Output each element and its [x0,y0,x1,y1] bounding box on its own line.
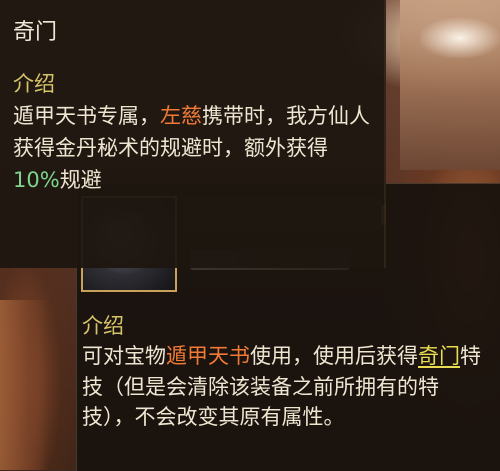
treasure-link[interactable]: 遁甲天书 [166,344,250,368]
item-desc-text: 可对宝物 [82,344,166,368]
skill-link[interactable]: 奇门 [418,344,460,368]
bonus-value: 10% [13,168,60,192]
item-desc-text: 使用，使用后获得 [250,344,418,368]
skill-desc-text: 遁甲天书专属， [13,104,160,128]
background-light [420,18,500,58]
skill-description: 遁甲天书专属，左慈携带时，我方仙人获得金丹秘术的规避时，额外获得10%规避 [13,100,373,196]
item-description: 可对宝物遁甲天书使用，使用后获得奇门特技（但是会清除该装备之前所拥有的特技），不… [82,341,482,433]
skill-tooltip-panel: 奇门 介绍 遁甲天书专属，左慈携带时，我方仙人获得金丹秘术的规避时，额外获得10… [0,0,386,268]
skill-desc-text: 规避 [59,168,102,192]
skill-section-label: 介绍 [13,72,55,96]
character-name: 左慈 [160,104,202,128]
item-section-label: 介绍 [82,314,124,338]
background-pillar [0,300,48,470]
skill-title: 奇门 [13,20,58,45]
